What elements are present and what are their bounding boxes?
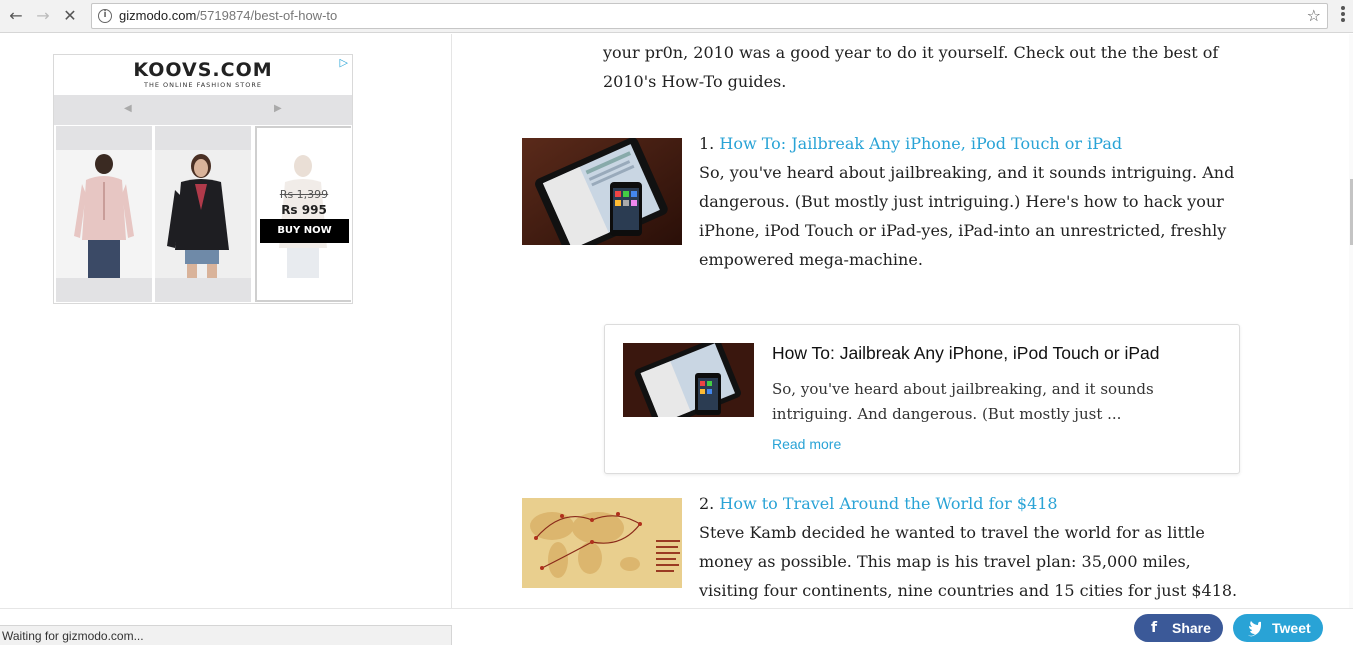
item-body: So, you've heard about jailbreaking, and… xyxy=(699,163,1235,269)
item-title-link[interactable]: How To: Jailbreak Any iPhone, iPod Touch… xyxy=(719,134,1122,153)
carousel-prev-icon[interactable]: ◀ xyxy=(124,103,132,114)
item-body: Steve Kamb decided he wanted to travel t… xyxy=(699,523,1238,600)
ipad-iphone-thumbnail[interactable] xyxy=(522,138,682,245)
forward-icon[interactable]: → xyxy=(33,6,53,26)
card-title[interactable]: How To: Jailbreak Any iPhone, iPod Touch… xyxy=(772,343,1222,364)
list-item-text: 1. How To: Jailbreak Any iPhone, iPod To… xyxy=(699,129,1244,274)
ad-offer-tile[interactable]: Rs 1,399 Rs 995 BUY NOW xyxy=(255,126,352,302)
ad-product-tile[interactable] xyxy=(155,126,251,302)
tweet-label: Tweet xyxy=(1272,620,1311,636)
adchoices-icon[interactable]: ▷ xyxy=(340,56,348,69)
site-info-icon[interactable]: i xyxy=(98,9,112,23)
bookmark-star-icon[interactable]: ☆ xyxy=(1307,6,1321,25)
ad-carousel-nav: ◀ ▶ xyxy=(54,95,352,125)
sidebar-divider xyxy=(451,34,452,645)
card-excerpt: So, you've heard about jailbreaking, and… xyxy=(772,380,1154,423)
ad-product-image xyxy=(155,150,251,278)
twitter-bird-icon xyxy=(1247,614,1261,645)
ad-buy-now-button[interactable]: BUY NOW xyxy=(260,219,349,243)
url-text[interactable]: gizmodo.com/5719874/best-of-how-to xyxy=(119,8,337,23)
related-article-card[interactable]: How To: Jailbreak Any iPhone, iPod Touch… xyxy=(604,324,1240,474)
url-host: gizmodo.com xyxy=(119,8,197,23)
share-label: Share xyxy=(1172,620,1211,636)
browser-toolbar: ← → ✕ i gizmodo.com/5719874/best-of-how-… xyxy=(0,0,1353,33)
twitter-tweet-button[interactable]: Tweet xyxy=(1233,614,1323,642)
stop-loading-icon[interactable]: ✕ xyxy=(60,6,80,26)
browser-status-text: Waiting for gizmodo.com... xyxy=(0,625,452,645)
facebook-share-button[interactable]: f Share xyxy=(1134,614,1223,642)
browser-menu-icon[interactable] xyxy=(1341,6,1345,24)
ad-product-tile[interactable] xyxy=(56,126,152,302)
koovs-ad[interactable]: KOOVS.COM THE ONLINE FASHION STORE ▷ ◀ ▶ xyxy=(53,54,353,304)
facebook-icon: f xyxy=(1151,620,1158,636)
ad-logo[interactable]: KOOVS.COM xyxy=(54,59,352,81)
item-title-link[interactable]: How to Travel Around the World for $418 xyxy=(719,494,1057,513)
url-path: /5719874/best-of-how-to xyxy=(196,8,338,23)
back-icon[interactable]: ← xyxy=(6,6,26,26)
page-scrollbar[interactable] xyxy=(1349,34,1353,608)
item-number: 2. xyxy=(699,494,715,513)
article-intro: your pr0n, 2010 was a good year to do it… xyxy=(603,43,1219,91)
ad-sale-price: Rs 995 xyxy=(281,203,327,217)
address-bar[interactable]: i gizmodo.com/5719874/best-of-how-to ☆ xyxy=(91,3,1328,29)
ad-original-price: Rs 1,399 xyxy=(279,188,329,201)
ad-product-image xyxy=(56,150,152,278)
ad-tagline: THE ONLINE FASHION STORE xyxy=(144,81,262,89)
carousel-next-icon[interactable]: ▶ xyxy=(274,103,282,114)
card-thumbnail[interactable] xyxy=(623,343,754,417)
world-map-thumbnail[interactable] xyxy=(522,498,682,588)
card-read-more-link[interactable]: Read more xyxy=(772,436,841,452)
list-item-text: 2. How to Travel Around the World for $4… xyxy=(699,489,1244,605)
item-number: 1. xyxy=(699,134,715,153)
